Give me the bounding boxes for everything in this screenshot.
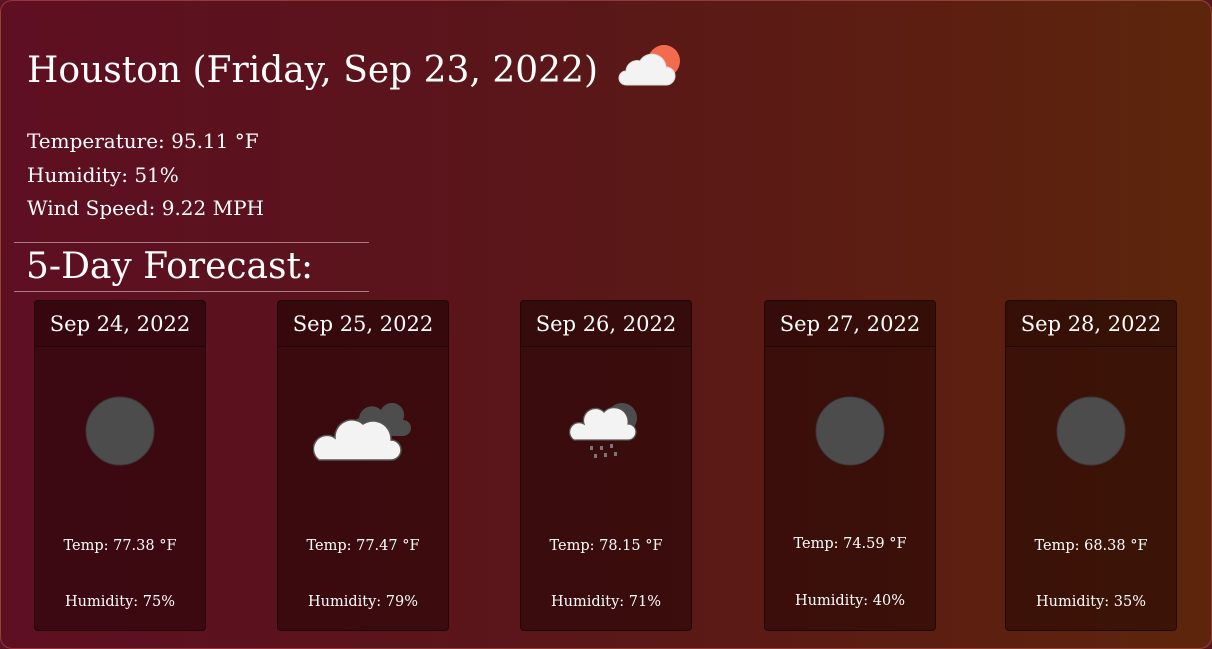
forecast-humidity: Humidity: 71% <box>550 594 662 610</box>
forecast-heading: 5-Day Forecast: <box>14 242 369 292</box>
current-weather-title: Houston (Friday, Sep 23, 2022) <box>27 39 684 103</box>
forecast-temp: Temp: 77.47 °F <box>306 538 420 554</box>
forecast-humidity: Humidity: 35% <box>1035 594 1147 610</box>
forecast-humidity: Humidity: 75% <box>64 594 176 610</box>
rain-icon <box>521 391 691 471</box>
forecast-date: Sep 27, 2022 <box>765 301 935 347</box>
current-details: Temperature: 95.11 °F Humidity: 51% Wind… <box>27 125 264 226</box>
forecast-date: Sep 24, 2022 <box>35 301 205 347</box>
forecast-humidity: Humidity: 40% <box>794 593 906 609</box>
forecast-humidity: Humidity: 79% <box>307 594 419 610</box>
forecast-date: Sep 25, 2022 <box>278 301 448 347</box>
city-date-label: Houston (Friday, Sep 23, 2022) <box>27 50 599 91</box>
moon-icon <box>765 391 935 471</box>
forecast-temp: Temp: 77.38 °F <box>63 538 177 554</box>
forecast-card: Sep 26, 2022 Temp: 78.15 °F Humidity: 71… <box>520 300 692 631</box>
moon-icon <box>35 391 205 471</box>
forecast-card: Sep 24, 2022 Temp: 77.38 °F Humidity: 75… <box>34 300 206 631</box>
forecast-date: Sep 28, 2022 <box>1006 301 1176 347</box>
current-wind-speed: Wind Speed: 9.22 MPH <box>27 196 264 220</box>
cloud-sun-icon <box>616 39 684 103</box>
forecast-temp: Temp: 68.38 °F <box>1034 538 1148 554</box>
current-temperature: Temperature: 95.11 °F <box>27 129 259 153</box>
forecast-temp: Temp: 74.59 °F <box>793 536 907 552</box>
forecast-card: Sep 28, 2022 Temp: 68.38 °F Humidity: 35… <box>1005 300 1177 631</box>
moon-icon <box>1006 391 1176 471</box>
current-humidity: Humidity: 51% <box>27 162 179 187</box>
weather-panel: Houston (Friday, Sep 23, 2022) Temperatu… <box>0 0 1212 649</box>
forecast-card: Sep 27, 2022 Temp: 74.59 °F Humidity: 40… <box>764 300 936 631</box>
forecast-card: Sep 25, 2022 Temp: 77.47 °F Humidity: 79… <box>277 300 449 631</box>
forecast-date: Sep 26, 2022 <box>521 301 691 347</box>
forecast-temp: Temp: 78.15 °F <box>549 538 663 554</box>
clouds-icon <box>278 391 448 471</box>
